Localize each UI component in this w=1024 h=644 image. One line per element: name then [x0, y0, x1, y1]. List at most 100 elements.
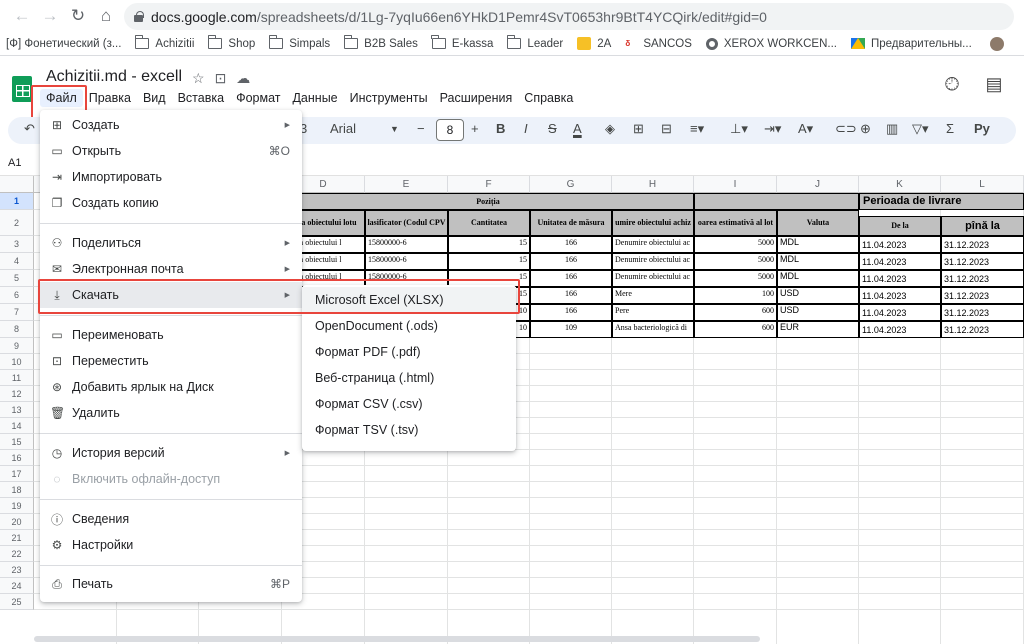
- table-cell[interactable]: 166: [530, 304, 612, 321]
- text-wrap-icon[interactable]: ⇥▾: [764, 121, 781, 137]
- table-cell[interactable]: Denumire obiectului ac: [612, 253, 694, 270]
- menu-data[interactable]: Данные: [286, 89, 343, 107]
- bookmark-fonetic[interactable]: [Ф] Фонетический (з...: [6, 38, 121, 50]
- bookmark-leader[interactable]: Leader: [506, 35, 563, 50]
- font-size-input[interactable]: 8: [436, 119, 464, 141]
- align-horizontal-icon[interactable]: ≡▾: [690, 121, 704, 137]
- table-cell[interactable]: MDL: [777, 253, 859, 270]
- menu-tools[interactable]: Инструменты: [344, 89, 434, 107]
- table-cell[interactable]: USD: [777, 304, 859, 321]
- column-header[interactable]: I: [694, 176, 777, 193]
- input-tools-button[interactable]: Ру: [974, 121, 990, 136]
- row-header[interactable]: 19: [0, 498, 34, 514]
- star-icon[interactable]: ☆: [192, 70, 205, 87]
- table-cell[interactable]: 11.04.2023: [859, 321, 941, 338]
- menu-format[interactable]: Формат: [230, 89, 286, 107]
- cell-perioada-de-livrare[interactable]: Perioada de livrare: [859, 193, 1024, 210]
- increase-font-icon[interactable]: +: [471, 121, 479, 136]
- bookmark-achizitii[interactable]: Achizitii: [134, 35, 194, 50]
- document-title[interactable]: Achizitii.md - excell: [46, 68, 182, 86]
- merge-cells-icon[interactable]: ⊟: [661, 121, 672, 137]
- table-cell[interactable]: MDL: [777, 236, 859, 253]
- bookmark-predvaritelny[interactable]: Предварительны...: [851, 38, 972, 50]
- table-cell[interactable]: 31.12.2023: [941, 287, 1024, 304]
- cell-clasificator[interactable]: lasificator (Codul CPV: [365, 210, 448, 236]
- bold-button[interactable]: B: [496, 121, 505, 136]
- table-cell[interactable]: 31.12.2023: [941, 304, 1024, 321]
- font-family-select[interactable]: Arial: [330, 121, 356, 136]
- table-cell[interactable]: 5000: [694, 270, 777, 287]
- fill-color-icon[interactable]: ◈: [605, 121, 615, 137]
- table-cell[interactable]: 11.04.2023: [859, 236, 941, 253]
- table-cell[interactable]: Ansa bacteriologică di: [612, 321, 694, 338]
- row-header[interactable]: 14: [0, 418, 34, 434]
- row-header[interactable]: 23: [0, 562, 34, 578]
- forward-arrow-icon[interactable]: →: [36, 6, 64, 26]
- menu-item-version-history[interactable]: ◷ История версий ▶: [40, 440, 302, 466]
- column-header[interactable]: K: [859, 176, 941, 193]
- cell-unitatea[interactable]: Unitatea de măsura: [530, 210, 612, 236]
- menu-insert[interactable]: Вставка: [172, 89, 230, 107]
- column-header[interactable]: J: [777, 176, 859, 193]
- table-cell[interactable]: Denumire obiectului ac: [612, 270, 694, 287]
- row-header[interactable]: 20: [0, 514, 34, 530]
- comment-icon[interactable]: ⊕: [860, 121, 871, 137]
- menu-help[interactable]: Справка: [518, 89, 579, 107]
- row-header[interactable]: 6: [0, 287, 34, 304]
- row-header[interactable]: 22: [0, 546, 34, 562]
- menu-item-share[interactable]: ⚇ Поделиться ▶: [40, 230, 302, 256]
- table-cell[interactable]: 100: [694, 287, 777, 304]
- chevron-down-icon[interactable]: ▼: [390, 124, 399, 134]
- table-cell[interactable]: 31.12.2023: [941, 253, 1024, 270]
- table-cell[interactable]: 5000: [694, 236, 777, 253]
- table-cell[interactable]: Mere: [612, 287, 694, 304]
- row-header[interactable]: 11: [0, 370, 34, 386]
- row-header[interactable]: 3: [0, 236, 34, 253]
- menu-edit[interactable]: Правка: [83, 89, 137, 107]
- name-box[interactable]: A1: [8, 157, 21, 169]
- bookmark-e-kassa[interactable]: E-kassa: [431, 35, 493, 50]
- download-csv[interactable]: Формат CSV (.csv): [302, 391, 516, 417]
- table-cell[interactable]: 15: [448, 253, 530, 270]
- comments-icon[interactable]: ▤: [984, 74, 1004, 94]
- download-tsv[interactable]: Формат TSV (.tsv): [302, 417, 516, 443]
- table-cell[interactable]: 166: [530, 270, 612, 287]
- menu-view[interactable]: Вид: [137, 89, 172, 107]
- back-arrow-icon[interactable]: ←: [8, 6, 36, 26]
- menu-item-settings[interactable]: ⚙ Настройки: [40, 532, 302, 558]
- cloud-status-icon[interactable]: ☁: [236, 70, 250, 87]
- table-cell[interactable]: USD: [777, 287, 859, 304]
- row-header[interactable]: 4: [0, 253, 34, 270]
- table-cell[interactable]: 15800000-6: [365, 253, 448, 270]
- table-cell[interactable]: 600: [694, 321, 777, 338]
- table-cell[interactable]: 600: [694, 304, 777, 321]
- italic-button[interactable]: I: [524, 121, 528, 136]
- table-cell[interactable]: 166: [530, 236, 612, 253]
- column-header[interactable]: E: [365, 176, 448, 193]
- row-header[interactable]: 13: [0, 402, 34, 418]
- row-header[interactable]: 16: [0, 450, 34, 466]
- menu-item-move[interactable]: ⊡ Переместить: [40, 348, 302, 374]
- column-header[interactable]: H: [612, 176, 694, 193]
- cell-denumire-achizitie[interactable]: umire obiectului achiz: [612, 210, 694, 236]
- borders-icon[interactable]: ⊞: [633, 121, 644, 137]
- bookmark-xerox[interactable]: XEROX WORKCEN...: [705, 37, 837, 50]
- row-header[interactable]: 1: [0, 193, 34, 210]
- menu-extensions[interactable]: Расширения: [434, 89, 519, 107]
- row-header[interactable]: 21: [0, 530, 34, 546]
- row-header[interactable]: 18: [0, 482, 34, 498]
- sheets-logo-icon[interactable]: [12, 76, 32, 102]
- cell-valuta[interactable]: Valuta: [777, 210, 859, 236]
- bookmark-b2b-sales[interactable]: B2B Sales: [343, 35, 418, 50]
- row-header[interactable]: 5: [0, 270, 34, 287]
- table-cell[interactable]: EUR: [777, 321, 859, 338]
- bookmark-sancos[interactable]: ᵟ SANCOS: [625, 38, 692, 53]
- download-pdf[interactable]: Формат PDF (.pdf): [302, 339, 516, 365]
- menu-item-rename[interactable]: ▭ Переименовать: [40, 322, 302, 348]
- version-history-icon[interactable]: 🕘︎: [942, 74, 962, 94]
- row-header[interactable]: 2: [0, 210, 34, 236]
- table-cell[interactable]: 5000: [694, 253, 777, 270]
- row-header[interactable]: 8: [0, 321, 34, 338]
- cell-de-la[interactable]: De la: [859, 216, 941, 236]
- bookmark-simpals[interactable]: Simpals: [268, 35, 330, 50]
